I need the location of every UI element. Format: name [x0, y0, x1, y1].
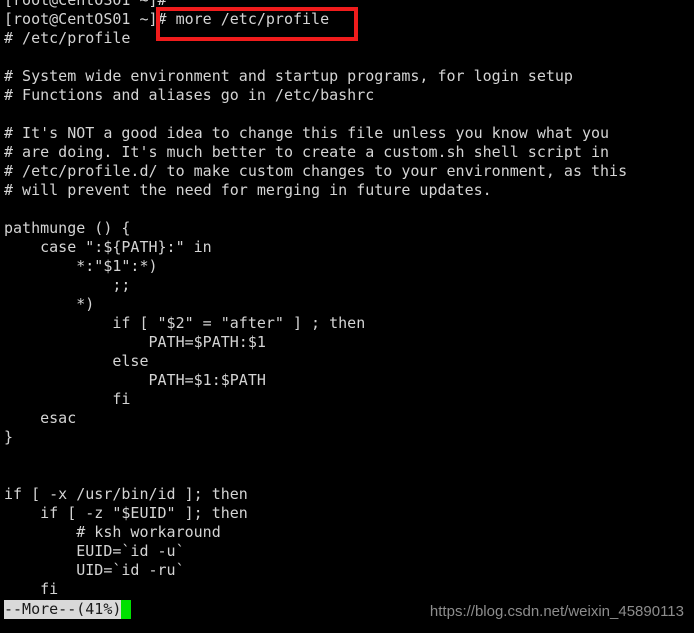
- block-cursor: [121, 600, 132, 619]
- terminal-line: UID=`id -ru`: [4, 561, 185, 579]
- terminal-line: esac: [4, 409, 77, 427]
- terminal-window[interactable]: [root@CentOS01 ~]# [root@CentOS01 ~]# mo…: [0, 0, 694, 633]
- terminal-line: ;;: [4, 276, 131, 294]
- terminal-line: # /etc/profile.d/ to make custom changes…: [4, 162, 628, 180]
- terminal-line: # are doing. It's much better to create …: [4, 143, 610, 161]
- terminal-line: }: [4, 428, 14, 446]
- terminal-line: *:"$1":*): [4, 257, 158, 275]
- terminal-line: if [ "$2" = "after" ] ; then: [4, 314, 366, 332]
- more-prompt-label: --More--(41%): [4, 600, 122, 619]
- terminal-line: EUID=`id -u`: [4, 542, 185, 560]
- terminal-line: # ksh workaround: [4, 523, 221, 541]
- terminal-screen: [root@CentOS01 ~]# [root@CentOS01 ~]# mo…: [4, 0, 694, 599]
- terminal-line-command: [root@CentOS01 ~]# more /etc/profile: [4, 10, 330, 28]
- terminal-line: # System wide environment and startup pr…: [4, 67, 573, 85]
- terminal-line: # /etc/profile: [4, 29, 131, 47]
- terminal-line: # It's NOT a good idea to change this fi…: [4, 124, 610, 142]
- terminal-line: if [ -x /usr/bin/id ]; then: [4, 485, 248, 503]
- terminal-line: # will prevent the need for merging in f…: [4, 181, 492, 199]
- terminal-line: [root@CentOS01 ~]#: [4, 0, 167, 9]
- terminal-line: # Functions and aliases go in /etc/bashr…: [4, 86, 375, 104]
- terminal-line: PATH=$1:$PATH: [4, 371, 266, 389]
- terminal-line: fi: [4, 390, 131, 408]
- terminal-line: fi: [4, 580, 59, 598]
- terminal-line: else: [4, 352, 149, 370]
- terminal-line: if [ -z "$EUID" ]; then: [4, 504, 248, 522]
- watermark-text: https://blog.csdn.net/weixin_45890113: [429, 603, 684, 620]
- pager-status-bar[interactable]: --More--(41%): [4, 600, 132, 619]
- terminal-line: PATH=$PATH:$1: [4, 333, 266, 351]
- terminal-line: case ":${PATH}:" in: [4, 238, 212, 256]
- terminal-line: *): [4, 295, 95, 313]
- terminal-line: pathmunge () {: [4, 219, 131, 237]
